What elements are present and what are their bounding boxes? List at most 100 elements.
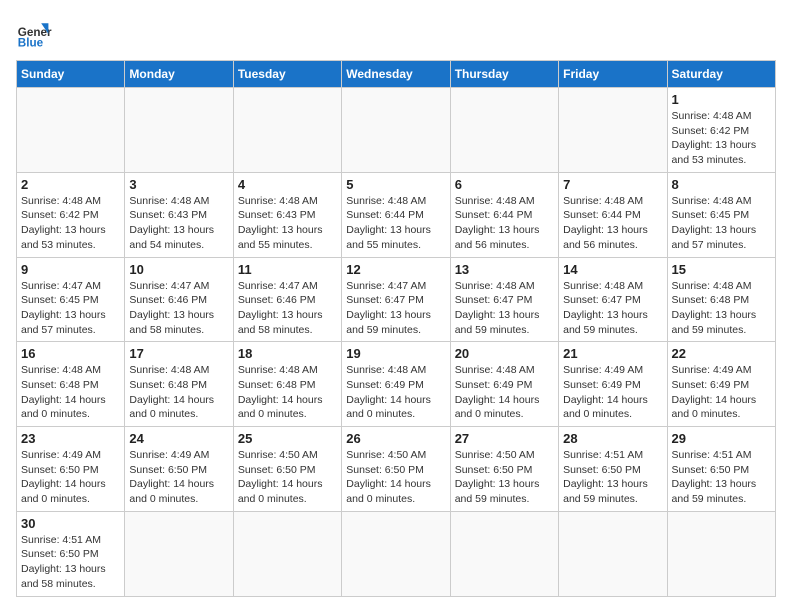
calendar-table: SundayMondayTuesdayWednesdayThursdayFrid… [16,60,776,597]
day-info: Sunrise: 4:51 AM Sunset: 6:50 PM Dayligh… [672,448,771,507]
day-info: Sunrise: 4:48 AM Sunset: 6:42 PM Dayligh… [21,194,120,253]
day-info: Sunrise: 4:48 AM Sunset: 6:48 PM Dayligh… [129,363,228,422]
day-cell [559,511,667,596]
day-cell: 19 Sunrise: 4:48 AM Sunset: 6:49 PM Dayli… [342,342,450,427]
day-info: Sunrise: 4:48 AM Sunset: 6:43 PM Dayligh… [238,194,337,253]
day-number: 9 [21,262,120,277]
day-number: 3 [129,177,228,192]
day-number: 6 [455,177,554,192]
day-number: 2 [21,177,120,192]
day-cell: 8Sunrise: 4:48 AM Sunset: 6:45 PM Daylig… [667,172,775,257]
day-number: 1 [672,92,771,107]
day-cell [125,88,233,173]
day-number: 12 [346,262,445,277]
day-cell: 20 Sunrise: 4:48 AM Sunset: 6:49 PM Dayli… [450,342,558,427]
day-cell [450,88,558,173]
page-header: General Blue [16,16,776,52]
day-number: 19 [346,346,445,361]
day-info: Sunrise: 4:50 AM Sunset: 6:50 PM Dayligh… [346,448,445,507]
day-cell: 29 Sunrise: 4:51 AM Sunset: 6:50 PM Dayli… [667,427,775,512]
day-cell: 13 Sunrise: 4:48 AM Sunset: 6:47 PM Dayli… [450,257,558,342]
day-cell: 25 Sunrise: 4:50 AM Sunset: 6:50 PM Dayli… [233,427,341,512]
day-cell: 22Sunrise: 4:49 AM Sunset: 6:49 PM Dayli… [667,342,775,427]
weekday-friday: Friday [559,61,667,88]
day-number: 14 [563,262,662,277]
day-cell: 1Sunrise: 4:48 AM Sunset: 6:42 PM Daylig… [667,88,775,173]
day-cell: 26 Sunrise: 4:50 AM Sunset: 6:50 PM Dayli… [342,427,450,512]
day-number: 7 [563,177,662,192]
day-number: 23 [21,431,120,446]
day-info: Sunrise: 4:48 AM Sunset: 6:49 PM Dayligh… [346,363,445,422]
week-row-6: 30 Sunrise: 4:51 AM Sunset: 6:50 PM Dayli… [17,511,776,596]
day-number: 10 [129,262,228,277]
day-info: Sunrise: 4:48 AM Sunset: 6:44 PM Dayligh… [455,194,554,253]
logo-icon: General Blue [16,16,52,52]
day-info: Sunrise: 4:48 AM Sunset: 6:47 PM Dayligh… [455,279,554,338]
week-row-5: 23 Sunrise: 4:49 AM Sunset: 6:50 PM Dayli… [17,427,776,512]
day-cell: 18 Sunrise: 4:48 AM Sunset: 6:48 PM Dayli… [233,342,341,427]
day-cell: 17 Sunrise: 4:48 AM Sunset: 6:48 PM Dayli… [125,342,233,427]
day-info: Sunrise: 4:51 AM Sunset: 6:50 PM Dayligh… [21,533,120,592]
day-number: 11 [238,262,337,277]
day-info: Sunrise: 4:47 AM Sunset: 6:47 PM Dayligh… [346,279,445,338]
day-cell: 2 Sunrise: 4:48 AM Sunset: 6:42 PM Daylig… [17,172,125,257]
day-cell: 10 Sunrise: 4:47 AM Sunset: 6:46 PM Dayli… [125,257,233,342]
day-cell: 23Sunrise: 4:49 AM Sunset: 6:50 PM Dayli… [17,427,125,512]
day-info: Sunrise: 4:50 AM Sunset: 6:50 PM Dayligh… [455,448,554,507]
day-info: Sunrise: 4:47 AM Sunset: 6:46 PM Dayligh… [129,279,228,338]
day-number: 29 [672,431,771,446]
weekday-saturday: Saturday [667,61,775,88]
day-number: 24 [129,431,228,446]
day-cell: 11 Sunrise: 4:47 AM Sunset: 6:46 PM Dayli… [233,257,341,342]
day-cell: 5Sunrise: 4:48 AM Sunset: 6:44 PM Daylig… [342,172,450,257]
day-number: 5 [346,177,445,192]
weekday-monday: Monday [125,61,233,88]
weekday-sunday: Sunday [17,61,125,88]
day-number: 13 [455,262,554,277]
day-info: Sunrise: 4:48 AM Sunset: 6:47 PM Dayligh… [563,279,662,338]
day-number: 16 [21,346,120,361]
day-number: 17 [129,346,228,361]
day-number: 26 [346,431,445,446]
day-cell [17,88,125,173]
day-number: 22 [672,346,771,361]
day-cell: 7 Sunrise: 4:48 AM Sunset: 6:44 PM Daylig… [559,172,667,257]
day-info: Sunrise: 4:49 AM Sunset: 6:49 PM Dayligh… [563,363,662,422]
day-cell [342,511,450,596]
day-cell: 4 Sunrise: 4:48 AM Sunset: 6:43 PM Daylig… [233,172,341,257]
weekday-header-row: SundayMondayTuesdayWednesdayThursdayFrid… [17,61,776,88]
day-info: Sunrise: 4:50 AM Sunset: 6:50 PM Dayligh… [238,448,337,507]
week-row-4: 16 Sunrise: 4:48 AM Sunset: 6:48 PM Dayli… [17,342,776,427]
day-cell: 14 Sunrise: 4:48 AM Sunset: 6:47 PM Dayli… [559,257,667,342]
day-info: Sunrise: 4:47 AM Sunset: 6:46 PM Dayligh… [238,279,337,338]
day-cell [342,88,450,173]
day-number: 20 [455,346,554,361]
day-info: Sunrise: 4:49 AM Sunset: 6:50 PM Dayligh… [129,448,228,507]
day-cell [667,511,775,596]
svg-text:Blue: Blue [18,37,44,50]
day-cell: 6 Sunrise: 4:48 AM Sunset: 6:44 PM Daylig… [450,172,558,257]
day-number: 30 [21,516,120,531]
day-number: 15 [672,262,771,277]
day-number: 25 [238,431,337,446]
weekday-thursday: Thursday [450,61,558,88]
day-info: Sunrise: 4:48 AM Sunset: 6:48 PM Dayligh… [238,363,337,422]
day-cell: 15Sunrise: 4:48 AM Sunset: 6:48 PM Dayli… [667,257,775,342]
day-cell [233,88,341,173]
day-info: Sunrise: 4:48 AM Sunset: 6:49 PM Dayligh… [455,363,554,422]
day-cell [450,511,558,596]
logo: General Blue [16,16,52,52]
weekday-tuesday: Tuesday [233,61,341,88]
day-number: 8 [672,177,771,192]
day-number: 28 [563,431,662,446]
weekday-wednesday: Wednesday [342,61,450,88]
day-number: 21 [563,346,662,361]
day-number: 4 [238,177,337,192]
day-cell: 27Sunrise: 4:50 AM Sunset: 6:50 PM Dayli… [450,427,558,512]
day-cell: 12 Sunrise: 4:47 AM Sunset: 6:47 PM Dayli… [342,257,450,342]
day-number: 18 [238,346,337,361]
day-info: Sunrise: 4:48 AM Sunset: 6:43 PM Dayligh… [129,194,228,253]
day-info: Sunrise: 4:48 AM Sunset: 6:48 PM Dayligh… [21,363,120,422]
day-cell: 21 Sunrise: 4:49 AM Sunset: 6:49 PM Dayli… [559,342,667,427]
day-info: Sunrise: 4:48 AM Sunset: 6:44 PM Dayligh… [563,194,662,253]
